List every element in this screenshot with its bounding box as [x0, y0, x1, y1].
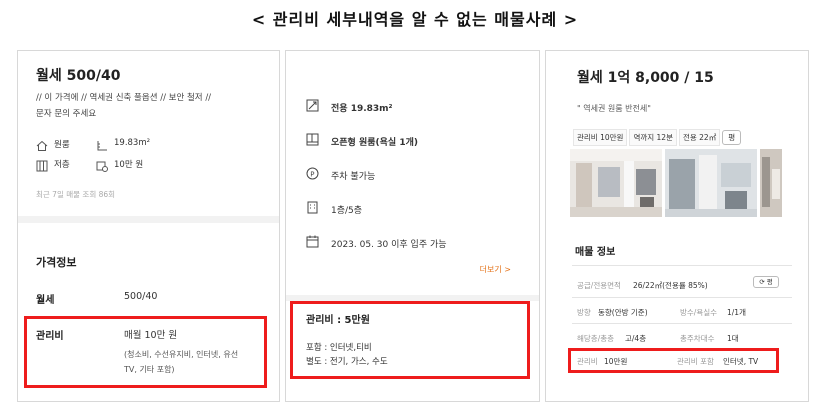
highlight-box: [290, 301, 530, 379]
page-title: < 관리비 세부내역을 알 수 없는 매물사례 >: [251, 10, 579, 29]
rent-value: 500/40: [124, 291, 158, 302]
parking-availability: 주차 불가능: [331, 172, 376, 182]
room-type: 원룸: [54, 140, 70, 150]
room-photo-2[interactable]: [665, 149, 757, 217]
house-icon: [36, 137, 48, 156]
direction-label: 방향: [577, 308, 591, 317]
floor-level: 저층: [54, 160, 70, 170]
listing-price-title: 월세 500/40: [36, 68, 121, 84]
listing-card-2: 전용 19.83m² 오픈형 원룸(욕실 1개) P 주차 불가능 1층/5층 …: [285, 50, 540, 402]
parking-icon: P: [306, 167, 319, 184]
floor-label: 해당층/총층: [577, 334, 615, 343]
building-icon: [306, 201, 319, 218]
divider: [572, 265, 792, 266]
supply-area-label: 공급/전용면적: [577, 281, 621, 290]
maintenance-fee-summary: 10만 원: [114, 160, 144, 170]
parking-count-value: 1대: [727, 334, 739, 343]
money-icon: [96, 157, 108, 176]
rooms-baths-label: 방수/욕실수: [680, 308, 718, 317]
area-size: 19.83m²: [114, 138, 151, 148]
calendar-icon: [306, 235, 319, 252]
unit-toggle-button[interactable]: 평: [722, 130, 742, 145]
more-link[interactable]: 더보기 >: [480, 264, 511, 275]
divider: [572, 323, 792, 324]
listing-card-3: 월세 1억 8,000 / 15 " 역세권 원룸 반전세" 관리비 10만원 역…: [545, 50, 809, 402]
parking-count-label: 총주차대수: [680, 334, 715, 343]
ruler-icon: [96, 137, 108, 156]
chip-maintenance-fee: 관리비 10만원: [573, 129, 628, 146]
highlight-box: [24, 316, 267, 388]
listing-price-title: 월세 1억 8,000 / 15: [577, 70, 714, 86]
chip-station-distance: 역까지 12분: [629, 129, 677, 146]
floor-value: 고/4층: [625, 334, 647, 343]
area-icon: [306, 99, 319, 116]
listing-card-1: 월세 500/40 // 이 가격에 // 역세권 신축 풀옵션 // 보안 철…: [17, 50, 280, 402]
price-info-heading: 가격정보: [36, 256, 77, 269]
highlight-box: [568, 348, 779, 373]
room-photo-1[interactable]: [570, 149, 662, 217]
view-count: 최근 7일 매물 조회 86회: [36, 190, 116, 199]
chip-exclusive-area: 전용 22㎡: [678, 129, 721, 146]
summary-chips: 관리비 10만원 역까지 12분 전용 22㎡ 평: [573, 129, 742, 146]
divider: [572, 297, 792, 298]
room-structure: 오픈형 원룸(욕실 1개): [331, 138, 418, 148]
room-photo-3[interactable]: [760, 149, 782, 217]
direction-value: 동향(안방 기준): [598, 308, 648, 317]
stairs-icon: [36, 157, 48, 176]
floor-info: 1층/5층: [331, 206, 363, 216]
section-divider: [18, 216, 279, 223]
move-in-date: 2023. 05. 30 이후 입주 가능: [331, 240, 447, 250]
area-unit-toggle[interactable]: ⟳ 평: [753, 276, 779, 288]
listing-headline: " 역세권 원룸 반전세": [577, 104, 651, 113]
rent-label: 월세: [36, 295, 55, 306]
supply-area-value: 26/22㎡(전용률 85%): [633, 281, 708, 290]
exclusive-area: 전용 19.83m²: [331, 104, 393, 114]
property-info-heading: 매물 정보: [575, 247, 616, 258]
layout-icon: [306, 133, 319, 150]
svg-text:P: P: [310, 171, 314, 179]
listing-description-line-2: 문자 문의 주세요: [36, 109, 97, 119]
rooms-baths-value: 1/1개: [727, 308, 746, 317]
listing-description-line-1: // 이 가격에 // 역세권 신축 풀옵션 // 보안 철저 //: [36, 93, 212, 103]
